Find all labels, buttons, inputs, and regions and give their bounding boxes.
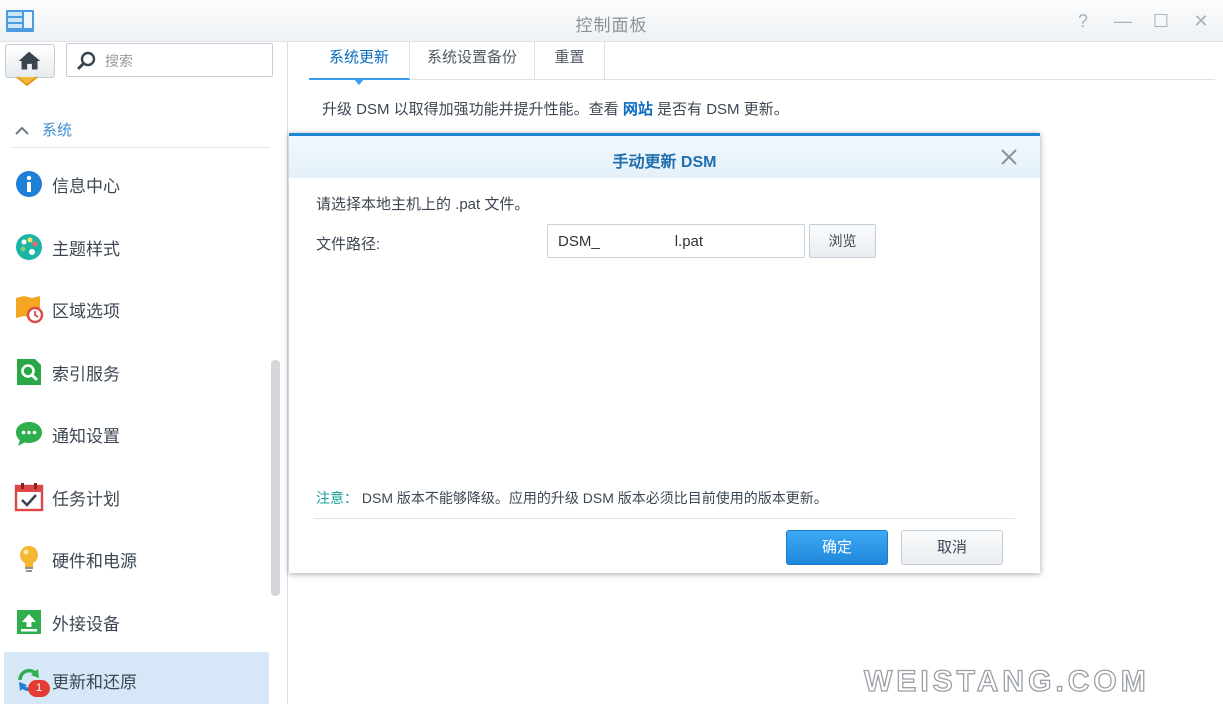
ok-button[interactable]: 确定 <box>786 530 888 565</box>
sidebar-item-label: 更新和还原 <box>52 673 137 692</box>
dialog-title: 手动更新 DSM <box>612 154 717 171</box>
sidebar-item-label: 通知设置 <box>52 427 120 446</box>
tab-config-backup[interactable]: 系统设置备份 <box>410 42 535 80</box>
external-device-icon <box>17 610 41 634</box>
index-search-icon <box>17 359 41 385</box>
watermark-text: WEISTANG.COM <box>864 665 1150 696</box>
note-text: DSM 版本不能够降级。应用的升级 DSM 版本必须比目前使用的版本更新。 <box>361 490 828 506</box>
maximize-button[interactable]: ☐ <box>1148 8 1174 34</box>
home-icon <box>18 51 41 70</box>
sidebar-item-external-devices[interactable]: 外接设备 <box>4 594 269 648</box>
sidebar-item-label: 区域选项 <box>52 302 120 321</box>
sidebar: 系统 信息中心 主题样式 区域选项 <box>0 42 288 704</box>
window-title: 控制面板 <box>575 16 648 35</box>
cancel-button[interactable]: 取消 <box>901 530 1003 565</box>
description-suffix: 是否有 DSM 更新。 <box>657 101 789 118</box>
partial-item-icon <box>16 76 38 87</box>
sidebar-item-notifications[interactable]: 通知设置 <box>4 406 269 460</box>
sidebar-item-label: 信息中心 <box>52 177 120 196</box>
sidebar-item-label: 硬件和电源 <box>52 552 137 571</box>
sidebar-item-indexing-service[interactable]: 索引服务 <box>4 344 269 398</box>
lightbulb-icon <box>20 546 38 572</box>
watermark-logo: WEISTANG.COM <box>863 664 1150 696</box>
sidebar-item-info-center[interactable]: 信息中心 <box>4 156 269 210</box>
tab-label: 重置 <box>554 49 585 66</box>
search-box[interactable] <box>66 43 273 77</box>
notification-badge: 1 <box>28 680 50 697</box>
region-clock-icon <box>16 296 44 324</box>
close-window-button[interactable]: ✕ <box>1188 8 1214 34</box>
section-label: 系统 <box>42 122 73 139</box>
section-header-system[interactable]: 系统 <box>12 118 270 148</box>
dialog-close-icon[interactable] <box>999 147 1019 167</box>
website-link[interactable]: 网站 <box>623 101 653 118</box>
chevron-up-icon <box>15 126 29 135</box>
search-icon <box>77 51 96 70</box>
sidebar-item-label: 外接设备 <box>52 615 120 634</box>
tab-reset[interactable]: 重置 <box>535 42 605 80</box>
title-bar: 控制面板 ? — ☐ ✕ <box>0 0 1223 42</box>
tab-system-update[interactable]: 系统更新 <box>309 42 410 85</box>
dialog-divider <box>314 518 1015 519</box>
palette-icon <box>16 234 42 260</box>
description-prefix: 升级 DSM 以取得加强功能并提升性能。查看 <box>322 101 619 118</box>
note-prefix: 注意： <box>316 490 358 506</box>
sidebar-item-task-scheduler[interactable]: 任务计划 <box>4 469 269 523</box>
sidebar-item-hardware-power[interactable]: 硬件和电源 <box>4 531 269 585</box>
file-path-label: 文件路径: <box>316 236 381 253</box>
dialog-prompt: 请选择本地主机上的 .pat 文件。 <box>316 196 530 213</box>
sidebar-item-label: 索引服务 <box>52 365 120 384</box>
dialog-header: 手动更新 DSM <box>289 136 1040 178</box>
manual-update-dialog: 手动更新 DSM 请选择本地主机上的 .pat 文件。 文件路径: 浏览 注意：… <box>289 133 1040 573</box>
browse-button[interactable]: 浏览 <box>809 224 876 258</box>
search-input[interactable] <box>105 50 265 72</box>
help-button[interactable]: ? <box>1070 8 1096 34</box>
dialog-note: 注意： DSM 版本不能够降级。应用的升级 DSM 版本必须比目前使用的版本更新… <box>316 488 828 508</box>
tab-label: 系统更新 <box>328 49 389 66</box>
sidebar-item-label: 任务计划 <box>52 490 120 509</box>
home-button[interactable] <box>5 44 55 78</box>
sidebar-item-regional-options[interactable]: 区域选项 <box>4 281 269 335</box>
sidebar-item-theme[interactable]: 主题样式 <box>4 219 269 273</box>
chat-bubble-icon <box>16 422 42 446</box>
tab-label: 系统设置备份 <box>426 49 517 66</box>
file-path-input[interactable] <box>547 224 805 258</box>
sidebar-item-label: 主题样式 <box>52 240 120 259</box>
tab-bar: 系统更新 系统设置备份 重置 <box>309 42 1215 85</box>
tab-pointer-icon <box>353 78 365 85</box>
update-description: 升级 DSM 以取得加强功能并提升性能。查看 网站 是否有 DSM 更新。 <box>322 98 789 119</box>
minimize-button[interactable]: — <box>1110 8 1136 34</box>
info-icon <box>16 171 42 197</box>
sidebar-scrollbar[interactable] <box>271 360 280 596</box>
calendar-check-icon <box>14 483 44 512</box>
sidebar-item-update-restore[interactable]: 1 更新和还原 <box>4 652 269 704</box>
